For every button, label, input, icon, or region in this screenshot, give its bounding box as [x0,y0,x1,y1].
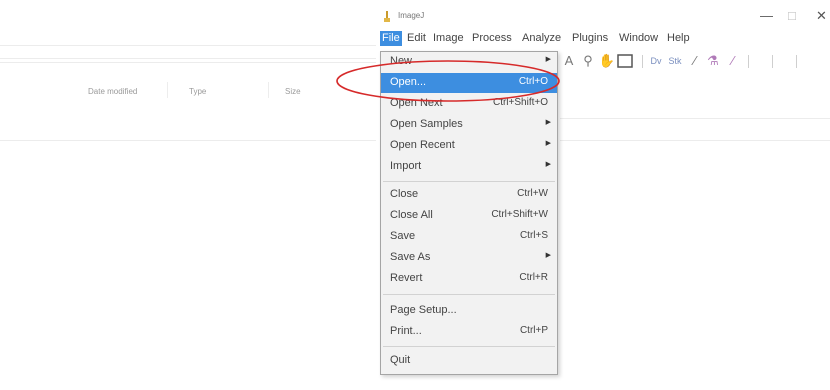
wand-icon[interactable]: ⁄ [724,52,742,70]
text-tool-icon[interactable]: A [560,52,578,70]
menu-separator [383,346,555,347]
menu-item-shortcut: Ctrl+W [517,188,548,199]
menu-item-open[interactable]: Open... Ctrl+O [381,73,557,93]
menu-item-label: Import [390,160,422,172]
menu-item-label: Open Next [390,97,443,109]
submenu-arrow-icon: ▶ [545,252,551,259]
menu-item-label: Quit [390,354,411,366]
menu-file[interactable]: File [380,31,402,46]
toolbar-separator [748,55,749,68]
bg-divider [0,62,376,63]
menu-item-label: New [390,55,413,67]
menu-window[interactable]: Window [617,31,660,46]
menu-item-page-setup[interactable]: Page Setup... [381,301,557,321]
column-header-size[interactable]: Size [285,87,301,96]
menu-item-shortcut: Ctrl+O [518,76,548,87]
column-separator[interactable] [268,82,269,98]
maximize-icon[interactable]: □ [788,8,796,23]
menu-item-quit[interactable]: Quit [381,351,557,371]
menu-item-label: Revert [390,272,423,284]
menu-item-print[interactable]: Print... Ctrl+P [381,322,557,342]
menu-item-label: Save [390,230,416,242]
bg-divider [560,118,830,119]
menu-item-label: Save As [390,251,431,263]
brush-icon[interactable]: ∕ [686,52,704,70]
column-header-date-modified[interactable]: Date modified [88,87,137,96]
toolbar-separator [642,55,643,68]
line-icon[interactable]: Stk [666,52,684,70]
bg-divider [0,58,376,59]
menu-item-shortcut: Ctrl+Shift+W [491,209,548,220]
menu-item-shortcut: Ctrl+P [519,325,548,336]
menu-item-open-recent[interactable]: Open Recent ▶ [381,136,557,156]
magnifier-icon[interactable]: ⚲ [579,52,597,70]
menu-item-save[interactable]: Save Ctrl+S [381,227,557,247]
column-separator[interactable] [167,82,168,98]
menu-item-open-next[interactable]: Open Next Ctrl+Shift+O [381,94,557,114]
bg-divider [0,140,376,141]
menu-analyze[interactable]: Analyze [520,31,563,46]
menu-item-shortcut: Ctrl+R [519,272,548,283]
menu-bar: File Edit Image Process Analyze Plugins … [376,30,830,48]
toolbar-separator [796,55,797,68]
menu-item-close[interactable]: Close Ctrl+W [381,185,557,205]
menu-item-label: Open Samples [390,118,463,130]
menu-item-label: Close [390,188,419,200]
menu-item-import[interactable]: Import ▶ [381,157,557,177]
menu-item-revert[interactable]: Revert Ctrl+R [381,269,557,289]
menu-item-new[interactable]: New ▶ [381,52,557,72]
column-header-type[interactable]: Type [189,87,206,96]
menu-item-shortcut: Ctrl+S [519,230,548,241]
menu-plugins[interactable]: Plugins [570,31,610,46]
file-dropdown-menu: New ▶ Open... Ctrl+O Open Next Ctrl+Shif… [380,51,558,375]
flood-fill-icon[interactable]: ⚗ [704,52,722,70]
window-title: ImageJ [398,11,425,20]
menu-item-save-as[interactable]: Save As ▶ [381,248,557,268]
submenu-arrow-icon: ▶ [545,119,551,126]
menu-item-label: Open Recent [390,139,455,151]
hand-icon[interactable]: ✋ [598,52,616,70]
menu-help[interactable]: Help [665,31,692,46]
rectangle-icon[interactable] [616,52,634,70]
menu-separator [383,294,555,295]
toolbar-separator [772,55,773,68]
imagej-app-icon [384,11,390,22]
minimize-icon[interactable]: — [760,8,773,23]
menu-item-label: Page Setup... [390,304,457,316]
bg-divider [560,140,830,141]
menu-item-shortcut: Ctrl+Shift+O [492,97,548,108]
menu-item-label: Open... [390,76,427,88]
title-bar[interactable]: ImageJ — □ ✕ [376,6,830,28]
submenu-arrow-icon: ▶ [545,161,551,168]
menu-process[interactable]: Process [470,31,514,46]
menu-separator [383,181,555,182]
submenu-arrow-icon: ▶ [545,140,551,147]
menu-item-open-samples[interactable]: Open Samples ▶ [381,115,557,135]
dropper-icon[interactable]: Dv [647,52,665,70]
menu-edit[interactable]: Edit [405,31,428,46]
menu-image[interactable]: Image [431,31,466,46]
menu-item-close-all[interactable]: Close All Ctrl+Shift+W [381,206,557,226]
submenu-arrow-icon: ▶ [545,56,551,63]
close-icon[interactable]: ✕ [816,8,827,24]
menu-item-label: Close All [390,209,433,221]
menu-item-label: Print... [390,325,422,337]
bg-divider [0,45,376,46]
